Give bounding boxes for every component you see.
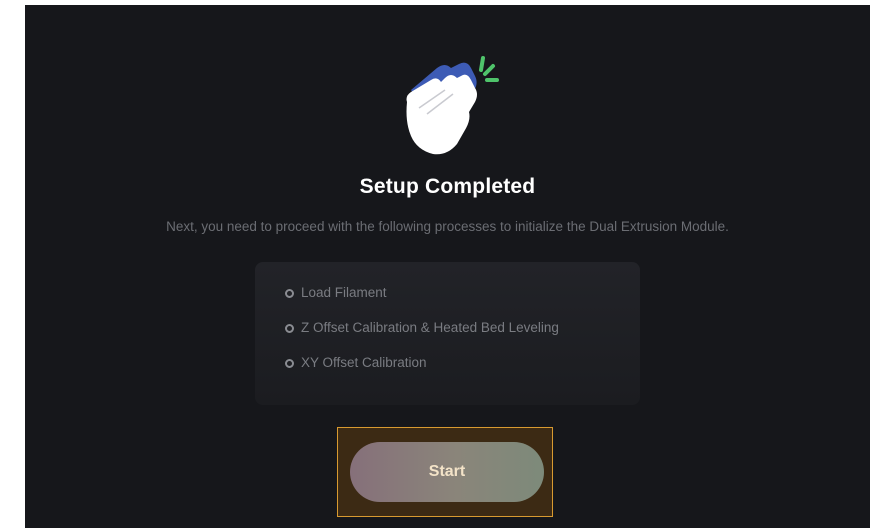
bullet-icon xyxy=(285,324,294,333)
process-label: XY Offset Calibration xyxy=(301,355,427,370)
bullet-icon xyxy=(285,359,294,368)
process-list: Load Filament Z Offset Calibration & Hea… xyxy=(285,283,559,388)
start-button[interactable]: Start xyxy=(350,442,544,502)
page-title: Setup Completed xyxy=(359,175,536,198)
list-item: XY Offset Calibration xyxy=(285,353,559,388)
process-label: Load Filament xyxy=(301,285,387,300)
clapping-hands-icon xyxy=(406,56,499,155)
list-item: Load Filament xyxy=(285,283,559,318)
setup-screen: Setup Completed Next, you need to procee… xyxy=(25,5,870,528)
process-list-card: Load Filament Z Offset Calibration & Hea… xyxy=(255,262,640,405)
list-item: Z Offset Calibration & Heated Bed Leveli… xyxy=(285,318,559,353)
bullet-icon xyxy=(285,289,294,298)
process-label: Z Offset Calibration & Heated Bed Leveli… xyxy=(301,320,559,335)
page-subtitle: Next, you need to proceed with the follo… xyxy=(166,219,729,234)
